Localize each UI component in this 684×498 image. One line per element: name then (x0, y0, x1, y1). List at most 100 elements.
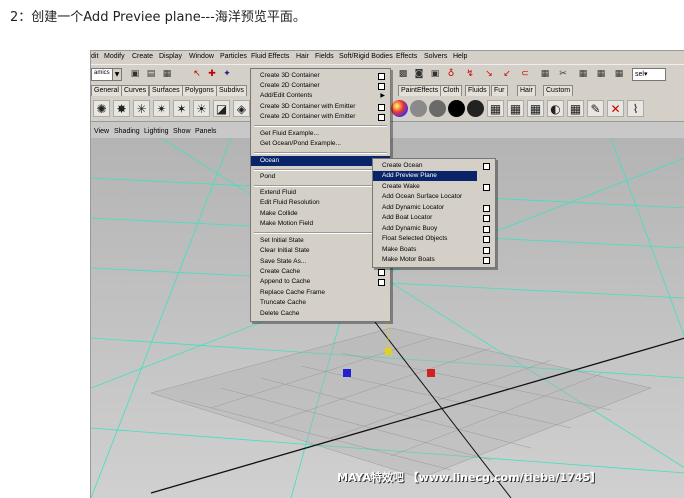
menu-item-edit-fluid-resolution[interactable]: Edit Fluid Resolution (251, 198, 390, 208)
option-box-icon[interactable] (483, 236, 490, 243)
menu-item-delete-cache[interactable]: Delete Cache (251, 309, 390, 319)
clapper-icon[interactable]: ▦ (595, 68, 607, 80)
menu-item-make-motion-field[interactable]: Make Motion Field (251, 219, 390, 229)
select-component-icon[interactable]: ✦ (221, 68, 233, 80)
history-icon[interactable]: ↯ (464, 68, 476, 80)
transform-handle-x[interactable] (427, 369, 435, 377)
menu-soft-rigid-bodies[interactable]: Soft/Rigid Bodies (339, 53, 393, 60)
snap-grid-icon[interactable]: ▩ (397, 68, 409, 80)
save-scene-icon[interactable]: ▦ (161, 68, 173, 80)
option-box-icon[interactable] (483, 205, 490, 212)
panel-menu-show[interactable]: Show (173, 128, 191, 135)
shelf-tool-icon[interactable]: ◈ (233, 100, 250, 117)
menu-help[interactable]: Help (453, 53, 467, 60)
ipr-render-icon[interactable]: ✂ (557, 68, 569, 80)
menu-display[interactable]: Display (159, 53, 182, 60)
render-icon[interactable]: ▦ (487, 100, 504, 117)
menu-item-make-boats[interactable]: Make Boats (373, 245, 495, 255)
paint-icon[interactable]: ✎ (587, 100, 604, 117)
menu-item-get-ocean-pond-example[interactable]: Get Ocean/Pond Example... (251, 139, 390, 149)
menu-item-make-collide[interactable]: Make Collide (251, 209, 390, 219)
menu-item-add-edit-contents[interactable]: Add/Edit Contents ▶ (251, 91, 390, 101)
ambient-light-icon[interactable]: ✶ (173, 100, 190, 117)
tab-general[interactable]: General (91, 85, 122, 96)
select-object-icon[interactable]: ✚ (206, 68, 218, 80)
spotlight-icon[interactable]: ✺ (93, 100, 110, 117)
menu-item-create-2d-container[interactable]: Create 2D Container (251, 81, 390, 91)
panel-menu-panels[interactable]: Panels (195, 128, 216, 135)
option-box-icon[interactable] (378, 73, 385, 80)
sun-icon[interactable]: ☀ (193, 100, 210, 117)
area-light-icon[interactable]: ✴ (153, 100, 170, 117)
chevron-down-icon[interactable]: ▼ (112, 68, 122, 81)
menu-solvers[interactable]: Solvers (424, 53, 447, 60)
menu-item-get-fluid-example[interactable]: Get Fluid Example... (251, 129, 390, 139)
snap-surface-icon[interactable]: ♁ (445, 68, 457, 80)
menu-modify[interactable]: Modify (104, 53, 125, 60)
menu-item-create-3d-container[interactable]: Create 3D Container (251, 71, 390, 81)
tab-hair[interactable]: Hair (517, 85, 536, 96)
menu-item-truncate-cache[interactable]: Truncate Cache (251, 298, 390, 308)
menu-effects[interactable]: Effects (396, 53, 417, 60)
menu-item-float-selected-objects[interactable]: Float Selected Objects (373, 234, 495, 244)
select-hierarchy-icon[interactable]: ↖ (191, 68, 203, 80)
menu-fields[interactable]: Fields (315, 53, 334, 60)
snap-point-icon[interactable]: ▣ (429, 68, 441, 80)
panel-menu-lighting[interactable]: Lighting (144, 128, 169, 135)
new-scene-icon[interactable]: ▣ (129, 68, 141, 80)
menu-item-pond[interactable]: Pond▶ (251, 172, 390, 182)
option-box-icon[interactable] (483, 257, 490, 264)
tab-curves[interactable]: Curves (121, 85, 150, 96)
menu-window[interactable]: Window (189, 53, 214, 60)
option-box-icon[interactable] (483, 184, 490, 191)
render-settings-icon[interactable]: ▦ (577, 68, 589, 80)
menu-item-add-preview-plane[interactable]: Add Preview Plane (373, 171, 477, 181)
menu-item-clear-initial-state[interactable]: Clear Initial State (251, 246, 390, 256)
point-light-icon[interactable]: ✸ (113, 100, 130, 117)
menu-item-add-dynamic-buoy[interactable]: Add Dynamic Buoy (373, 224, 495, 234)
delete-icon[interactable]: ✕ (607, 100, 624, 117)
paint-tool-icon[interactable]: ⌇ (627, 100, 644, 117)
menu-item-extend-fluid[interactable]: Extend Fluid (251, 188, 390, 198)
menu-item-replace-cache-frame[interactable]: Replace Cache Frame (251, 288, 390, 298)
open-scene-icon[interactable]: ▤ (145, 68, 157, 80)
selection-input[interactable]: sel▾ (632, 68, 666, 81)
menu-item-make-motor-boats[interactable]: Make Motor Boats (373, 255, 495, 265)
tab-fur[interactable]: Fur (491, 85, 508, 96)
menu-item-add-ocean-surface-locator[interactable]: Add Ocean Surface Locator (373, 192, 495, 202)
menu-item-add-boat-locator[interactable]: Add Boat Locator (373, 213, 495, 223)
option-box-icon[interactable] (378, 279, 385, 286)
tab-polygons[interactable]: Polygons (182, 85, 217, 96)
menu-edit[interactable]: dit (91, 53, 98, 60)
tab-fluids[interactable]: Fluids (465, 85, 490, 96)
magnet-icon[interactable]: ⊂ (519, 68, 531, 80)
option-box-icon[interactable] (378, 104, 385, 111)
render-frame-icon[interactable]: ▦ (539, 68, 551, 80)
snap-curve-icon[interactable]: ◙ (413, 68, 425, 80)
output-ops-icon[interactable]: ↙ (501, 68, 513, 80)
transform-handle-z[interactable] (343, 369, 351, 377)
option-box-icon[interactable] (483, 163, 490, 170)
clapper-ipr-icon[interactable]: ▦ (613, 68, 625, 80)
menu-item-set-initial-state[interactable]: Set Initial State (251, 236, 390, 246)
option-box-icon[interactable] (483, 247, 490, 254)
ipr-icon[interactable]: ▦ (507, 100, 524, 117)
tab-subdivs[interactable]: Subdivs (216, 85, 247, 96)
menu-item-create-2d-container-emitter[interactable]: Create 2D Container with Emitter (251, 112, 390, 122)
menu-create[interactable]: Create (132, 53, 153, 60)
menu-item-create-3d-container-emitter[interactable]: Create 3D Container with Emitter (251, 102, 390, 112)
option-box-icon[interactable] (378, 114, 385, 121)
ramp-shader-icon[interactable] (391, 100, 408, 117)
tab-surfaces[interactable]: Surfaces (149, 85, 183, 96)
menu-item-add-dynamic-locator[interactable]: Add Dynamic Locator (373, 203, 495, 213)
directional-light-icon[interactable]: ✳ (133, 100, 150, 117)
tab-painteffects[interactable]: PaintEffects (398, 85, 442, 96)
menu-hair[interactable]: Hair (296, 53, 309, 60)
menu-item-create-ocean[interactable]: Create Ocean (373, 161, 495, 171)
blinn-shader-icon[interactable] (429, 100, 446, 117)
panel-menu-view[interactable]: View (94, 128, 109, 135)
menu-fluid-effects[interactable]: Fluid Effects (251, 53, 289, 60)
option-box-icon[interactable] (378, 83, 385, 90)
surface-shader-icon[interactable] (467, 100, 484, 117)
tab-custom[interactable]: Custom (543, 85, 574, 96)
